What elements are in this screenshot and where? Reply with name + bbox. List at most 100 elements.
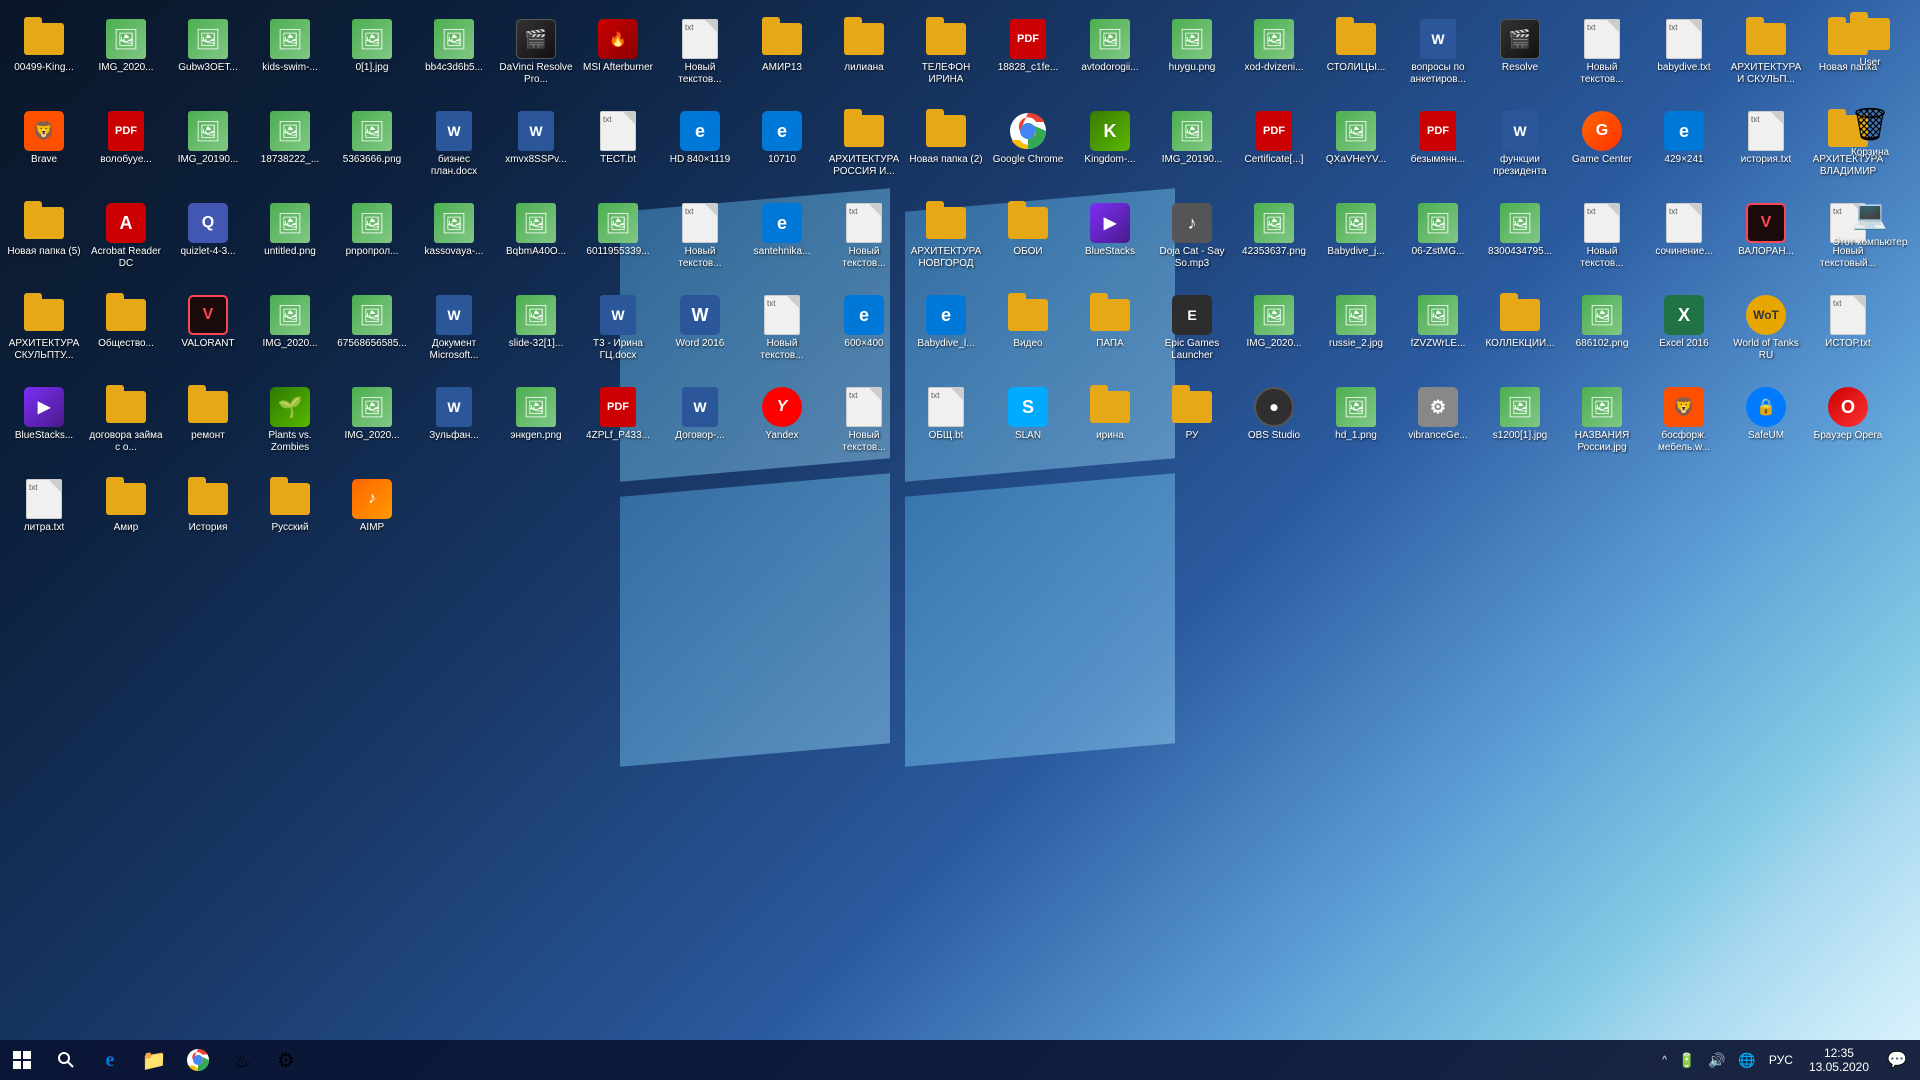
desktop-icon-volobuye[interactable]: PDFволобуye...: [87, 107, 165, 195]
desktop-icon-novyi-txt-1[interactable]: txtНовый текстов...: [661, 15, 739, 103]
desktop-icon-bezymyannyi[interactable]: PDFбезымянн...: [1399, 107, 1477, 195]
desktop-icon-arhitektura-skulp[interactable]: АРХИТЕКТУРА И СКУЛЬП...: [1727, 15, 1805, 103]
desktop-icon-plants-vs-zombies[interactable]: 🌱Plants vs. Zombies: [251, 383, 329, 471]
desktop-icon-novyi-txt-3[interactable]: txtНовый текстов...: [661, 199, 739, 287]
desktop-icon-obsch-txt[interactable]: txtОБЩ.bt: [907, 383, 985, 471]
desktop-icon-img-2020-3[interactable]: 🖼IMG_2020...: [1235, 291, 1313, 379]
desktop-icon-istor-txt[interactable]: txtИСТОР.txt: [1809, 291, 1887, 379]
desktop-icon-kids-swim[interactable]: 🖼kids-swim-...: [251, 15, 329, 103]
desktop-icon-hd-840[interactable]: eHD 840×1119: [661, 107, 739, 195]
desktop-icon-word-2016[interactable]: WWord 2016: [661, 291, 739, 379]
desktop-icon-voprosy-anketa[interactable]: Wвопросы по анкетиров...: [1399, 15, 1477, 103]
desktop-icon-obschest[interactable]: Общество...: [87, 291, 165, 379]
desktop-icon-img-2020-1[interactable]: 🖼IMG_2020...: [87, 15, 165, 103]
desktop-icon-istoriya-txt[interactable]: txtистория.txt: [1727, 107, 1805, 195]
desktop-icon-bluestacks[interactable]: ▶BlueStacks: [1071, 199, 1149, 287]
tray-battery-icon[interactable]: 🔋: [1673, 1040, 1701, 1080]
desktop-icon-novyi-txt-7[interactable]: txtНовый текстов...: [743, 291, 821, 379]
desktop-icon-686102[interactable]: 🖼686102.png: [1563, 291, 1641, 379]
desktop-icon-novyi-txt-5[interactable]: txtНовый текстов...: [1563, 199, 1641, 287]
desktop-icon-novaya-papka-2[interactable]: Новая папка (2): [907, 107, 985, 195]
desktop-icon-bqbma440[interactable]: 🖼BqbmA40O...: [497, 199, 575, 287]
desktop-icon-5363666[interactable]: 🖼5363666.png: [333, 107, 411, 195]
system-clock[interactable]: 12:35 13.05.2020: [1801, 1040, 1877, 1080]
desktop-icon-santehnika[interactable]: esantehnika...: [743, 199, 821, 287]
desktop-icon-papa[interactable]: ПАПА: [1071, 291, 1149, 379]
desktop-icon-huygu-png[interactable]: 🖼huygu.png: [1153, 15, 1231, 103]
desktop-icon-slide-32[interactable]: 🖼slide-32[1]...: [497, 291, 575, 379]
desktop-icon-remont[interactable]: ремонт: [169, 383, 247, 471]
desktop-icon-0-1-jpg[interactable]: 🖼0[1].jpg: [333, 15, 411, 103]
desktop-icon-kassovaya[interactable]: 🖼kassovaya-...: [415, 199, 493, 287]
taskbar-app-file-explorer[interactable]: 📁: [132, 1040, 176, 1080]
desktop-icon-untitled-png[interactable]: 🖼untitled.png: [251, 199, 329, 287]
desktop-icon-6011955339[interactable]: 🖼6011955339...: [579, 199, 657, 287]
desktop-icon-telefon-irina[interactable]: ТЕЛЕФОН ИРИНА: [907, 15, 985, 103]
desktop-icon-safeUM[interactable]: 🔒SafeUM: [1727, 383, 1805, 471]
desktop-icon-oboi[interactable]: ОБОИ: [989, 199, 1067, 287]
desktop-icon-18738222[interactable]: 🖼18738222_...: [251, 107, 329, 195]
desktop-icon-arhitektura-novgorod[interactable]: АРХИТЕКТУРА НОВГОРОД: [907, 199, 985, 287]
desktop-icon-bluestacks-exe[interactable]: ▶BlueStacks...: [5, 383, 83, 471]
desktop-icon-amir[interactable]: Амир: [87, 475, 165, 563]
desktop-icon-xod-dvizeni[interactable]: 🖼xod-dvizeni...: [1235, 15, 1313, 103]
desktop-icon-amir13[interactable]: АМИР13: [743, 15, 821, 103]
taskbar-app-chrome[interactable]: [176, 1040, 220, 1080]
desktop-icon-gubw3oet[interactable]: 🖼Gubw3OET...: [169, 15, 247, 103]
desktop-icon-kingdom[interactable]: KKingdom-...: [1071, 107, 1149, 195]
desktop-icon-korzina[interactable]: 🗑Корзина: [1830, 100, 1910, 188]
desktop-icon-18828-c1fe[interactable]: PDF18828_c1fe...: [989, 15, 1067, 103]
desktop-icon-yandex[interactable]: YYandex: [743, 383, 821, 471]
desktop-icon-429x241[interactable]: e429×241: [1645, 107, 1723, 195]
desktop-icon-istoriya[interactable]: История: [169, 475, 247, 563]
desktop-icon-nazvaniya-rossii[interactable]: 🖼НАЗВАНИЯ России.jpg: [1563, 383, 1641, 471]
desktop-icon-excel-2016[interactable]: XExcel 2016: [1645, 291, 1723, 379]
desktop-icon-novaya-papka-5[interactable]: Новая папка (5): [5, 199, 83, 287]
desktop-icon-world-of-tanks[interactable]: WoTWorld of Tanks RU: [1727, 291, 1805, 379]
desktop-icon-test-txt[interactable]: txtТЕСТ.bt: [579, 107, 657, 195]
desktop-icon-enkgen[interactable]: 🖼энкgen.png: [497, 383, 575, 471]
desktop-icon-fzvzwrle[interactable]: 🖼fZVZWrLE...: [1399, 291, 1477, 379]
desktop-icon-google-chrome[interactable]: Google Chrome: [989, 107, 1067, 195]
desktop-icon-00499-king[interactable]: 00499-King...: [5, 15, 83, 103]
desktop-icon-dogovor-zayma[interactable]: договора займа с о...: [87, 383, 165, 471]
desktop-icon-img-2020-4[interactable]: 🖼IMG_2020...: [333, 383, 411, 471]
desktop-icon-russie-2[interactable]: 🖼russie_2.jpg: [1317, 291, 1395, 379]
desktop-icon-zulfan[interactable]: WЗульфан...: [415, 383, 493, 471]
desktop-icon-funkcii-prezidenta[interactable]: Wфункции президента: [1481, 107, 1559, 195]
desktop-icon-user[interactable]: User: [1830, 10, 1910, 98]
desktop-icon-t3-irina[interactable]: WТ3 - Ирина ГЦ.docx: [579, 291, 657, 379]
desktop-icon-acrobat-reader[interactable]: AAcrobat Reader DC: [87, 199, 165, 287]
desktop-icon-s1200-1[interactable]: 🖼s1200[1].jpg: [1481, 383, 1559, 471]
desktop-icon-42353637[interactable]: 🖼42353637.png: [1235, 199, 1313, 287]
desktop-icon-67568656[interactable]: 🖼67568656585...: [333, 291, 411, 379]
desktop-icon-resolve[interactable]: 🎬Resolve: [1481, 15, 1559, 103]
desktop-icon-4zplf-p433[interactable]: PDF4ZPLf_P433...: [579, 383, 657, 471]
desktop-icon-600x400[interactable]: e600×400: [825, 291, 903, 379]
desktop-icon-brave[interactable]: 🦁Brave: [5, 107, 83, 195]
desktop-icon-obs-studio[interactable]: ⏺OBS Studio: [1235, 383, 1313, 471]
desktop-icon-liliana[interactable]: лилиана: [825, 15, 903, 103]
desktop-icon-novyi-txt-8[interactable]: txtНовый текстов...: [825, 383, 903, 471]
desktop-icon-qxavheyv[interactable]: 🖼QXaVHeYV...: [1317, 107, 1395, 195]
desktop-icon-video[interactable]: Видео: [989, 291, 1067, 379]
desktop-icon-hd-1[interactable]: 🖼hd_1.png: [1317, 383, 1395, 471]
start-button[interactable]: [0, 1040, 44, 1080]
desktop-icon-valorant[interactable]: VVALORANT: [169, 291, 247, 379]
desktop-icon-bb4c3d6b5[interactable]: 🖼bb4c3d6b5...: [415, 15, 493, 103]
taskbar-app-edge[interactable]: e: [88, 1040, 132, 1080]
desktop-icon-pnroprol[interactable]: 🖼pnропрол...: [333, 199, 411, 287]
desktop-icon-dogovor[interactable]: WДоговор-...: [661, 383, 739, 471]
desktop-icon-doja-cat[interactable]: ♪Doja Cat - Say So.mp3: [1153, 199, 1231, 287]
desktop-icon-davinci[interactable]: 🎬DaVinci Resolve Pro...: [497, 15, 575, 103]
desktop-icon-epic-games[interactable]: EEpic Games Launcher: [1153, 291, 1231, 379]
desktop-icon-etot-komputer[interactable]: 💻Этот компьютер: [1830, 190, 1910, 278]
desktop-icon-06-zstmg[interactable]: 🖼06-ZstMG...: [1399, 199, 1477, 287]
desktop-icon-babydive-l[interactable]: eBabydive_l...: [907, 291, 985, 379]
desktop-icon-bosforzh[interactable]: 🦁босфорж. мебель.w...: [1645, 383, 1723, 471]
desktop-icon-avtodorogii[interactable]: 🖼avtodorogii...: [1071, 15, 1149, 103]
desktop-icon-litra-txt[interactable]: txtлитра.txt: [5, 475, 83, 563]
desktop-icon-img-2020-2[interactable]: 🖼IMG_2020...: [251, 291, 329, 379]
desktop-icon-stolitsy[interactable]: СТОЛИЦЫ...: [1317, 15, 1395, 103]
desktop-icon-slan[interactable]: SSLAN: [989, 383, 1067, 471]
